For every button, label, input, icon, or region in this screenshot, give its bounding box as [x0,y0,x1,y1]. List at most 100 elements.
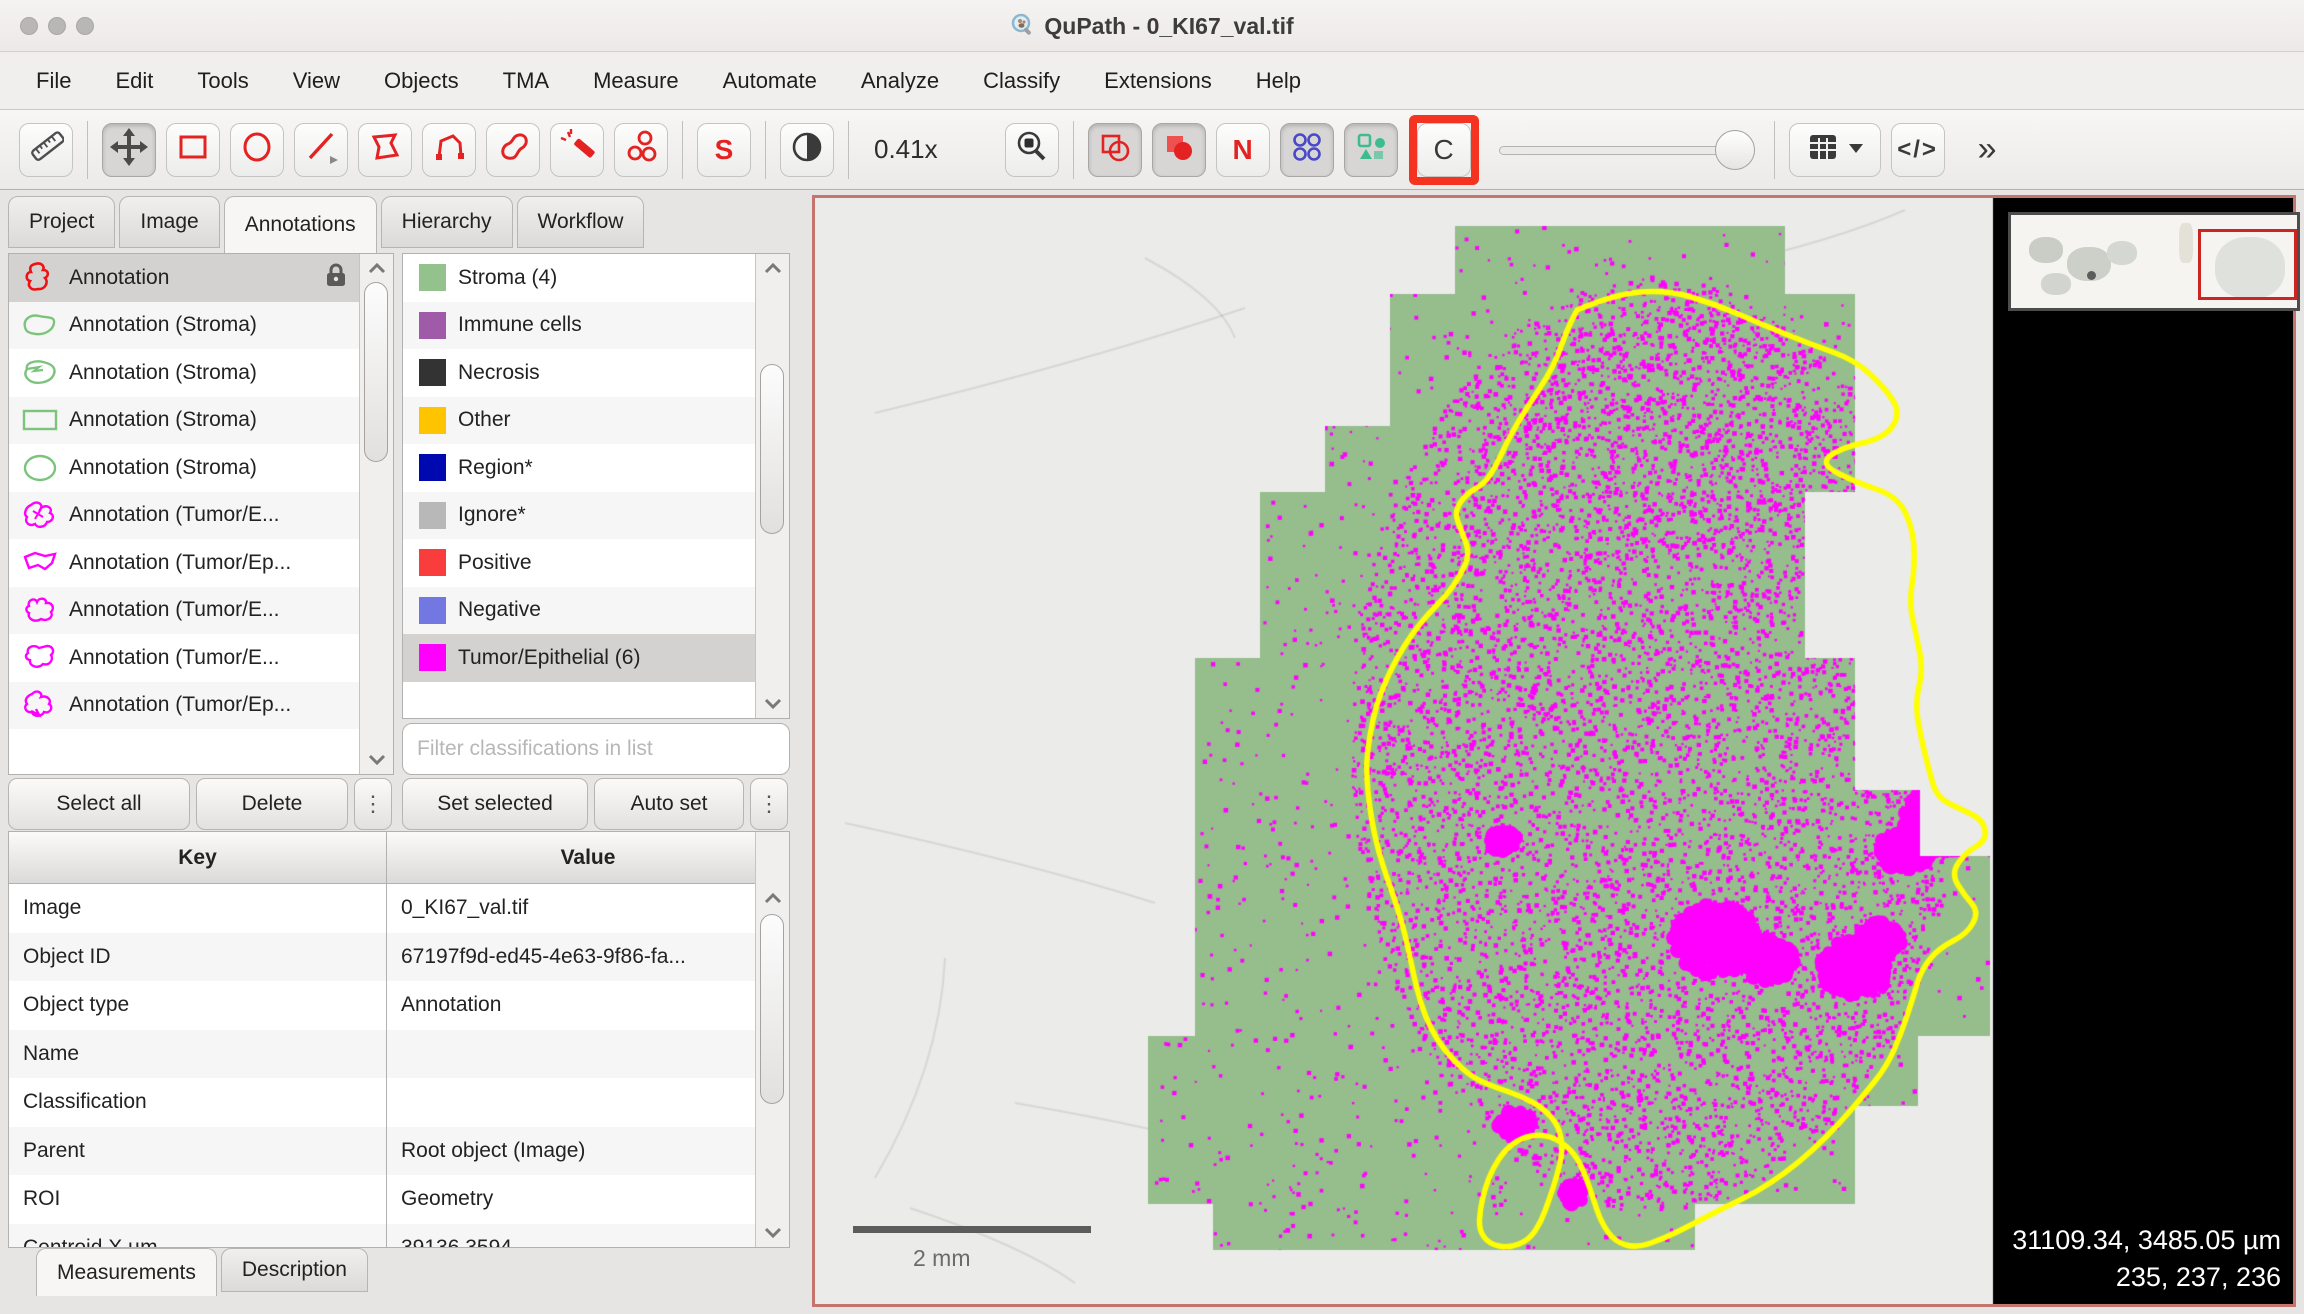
table-row[interactable]: Name [9,1029,755,1078]
menu-objects[interactable]: Objects [384,68,459,94]
table-row[interactable]: Object ID 67197f9d-ed45-4e63-9f86-fa... [9,932,755,981]
slider-knob[interactable] [1714,129,1755,170]
list-item[interactable]: Annotation (Stroma) [9,349,393,397]
delete-button[interactable]: Delete [196,778,348,830]
polygon-tool-button[interactable] [358,122,412,177]
menu-automate[interactable]: Automate [723,68,817,94]
channels-button[interactable]: C [1416,122,1471,177]
list-item[interactable]: Immune cells [403,301,789,349]
list-item[interactable]: Annotation (Tumor/E... [9,634,393,682]
list-item[interactable]: Tumor/Epithelial (6) [403,634,789,682]
opacity-slider[interactable] [1498,129,1755,170]
tab-description[interactable]: Description [220,1248,368,1292]
tab-project[interactable]: Project [8,196,116,248]
tab-workflow[interactable]: Workflow [516,196,645,248]
column-header-value[interactable]: Value [387,832,789,883]
selection-mode-button[interactable]: S [697,122,751,177]
overview-viewport-rectangle[interactable] [2198,229,2297,300]
list-item[interactable]: Annotation (Tumor/E... [9,491,393,539]
points-tool-button[interactable] [614,122,668,177]
table-row[interactable]: Parent Root object (Image) [9,1126,755,1175]
scroll-up-icon[interactable] [764,262,782,274]
select-all-button[interactable]: Select all [8,778,190,830]
auto-set-button[interactable]: Auto set [594,778,744,830]
image-viewer[interactable]: 31109.34, 3485.05 µm 235, 237, 236 2 mm [812,195,2300,1307]
table-row[interactable]: Object type Annotation [9,981,755,1030]
menu-edit[interactable]: Edit [115,68,153,94]
zoom-level-value[interactable]: 0.41x [874,134,938,165]
class-list-scrollbar[interactable] [755,254,789,718]
show-names-button[interactable]: N [1215,122,1270,177]
wand-tool-button[interactable] [550,122,604,177]
menu-analyze[interactable]: Analyze [861,68,939,94]
show-annotations-button[interactable] [1087,122,1142,177]
list-item[interactable]: Negative [403,586,789,634]
move-tool-button[interactable] [102,122,156,177]
list-item[interactable]: Ignore* [403,491,789,539]
filter-classifications-input[interactable]: Filter classifications in list [402,723,790,775]
scroll-down-icon[interactable] [764,1227,782,1239]
menu-extensions[interactable]: Extensions [1104,68,1212,94]
table-row[interactable]: Classification [9,1078,755,1127]
list-item[interactable]: Stroma (4) [403,254,789,302]
set-selected-button[interactable]: Set selected [402,778,588,830]
list-item[interactable]: Positive [403,539,789,587]
slide-overview-button[interactable] [19,122,73,177]
list-item[interactable]: Region* [403,444,789,492]
toolbar-overflow-button[interactable]: » [1978,130,1997,169]
tab-measurements[interactable]: Measurements [36,1248,217,1296]
scroll-down-icon[interactable] [764,698,782,710]
class-actions: Set selected Auto set ⋮ [402,778,790,830]
menu-help[interactable]: Help [1256,68,1301,94]
list-item[interactable]: Annotation (Stroma) [9,396,393,444]
menu-view[interactable]: View [293,68,340,94]
scroll-up-icon[interactable] [764,892,782,904]
list-item[interactable]: Annotation (Stroma) [9,301,393,349]
table-row[interactable]: Image 0_KI67_val.tif [9,884,755,933]
scroll-down-icon[interactable] [368,754,386,766]
ellipse-tool-button[interactable] [230,122,284,177]
fill-detections-button[interactable] [1343,122,1398,177]
menu-tools[interactable]: Tools [197,68,248,94]
overview-thumbnail[interactable] [2008,212,2300,311]
column-header-key[interactable]: Key [9,832,387,883]
list-item[interactable]: Annotation (Tumor/E... [9,586,393,634]
show-detections-button[interactable] [1279,122,1334,177]
table-scrollbar[interactable] [755,832,789,1247]
list-item[interactable]: Necrosis [403,349,789,397]
class-label: Ignore* [458,503,526,527]
brightness-contrast-button[interactable] [780,122,834,177]
slider-track[interactable] [1498,145,1751,155]
line-tool-button[interactable] [294,122,348,177]
zoom-to-fit-button[interactable] [1004,122,1059,177]
rectangle-tool-button[interactable] [166,122,220,177]
list-item[interactable]: Annotation [9,254,393,302]
menu-file[interactable]: File [36,68,71,94]
menu-classify[interactable]: Classify [983,68,1060,94]
tab-image[interactable]: Image [119,196,220,248]
scrollbar-thumb[interactable] [760,364,784,534]
polyline-tool-button[interactable] [422,122,476,177]
menu-tma[interactable]: TMA [503,68,549,94]
script-editor-button[interactable]: </> [1890,122,1945,177]
brush-tool-button[interactable] [486,122,540,177]
slide-canvas[interactable] [815,198,2293,1304]
more-options-button[interactable]: ⋮ [750,778,788,830]
more-options-button[interactable]: ⋮ [354,778,392,830]
menu-measure[interactable]: Measure [593,68,679,94]
fill-annotations-button[interactable] [1151,122,1206,177]
table-row[interactable]: ROI Geometry [9,1175,755,1224]
list-item[interactable]: Annotation (Stroma) [9,444,393,492]
measurement-tables-button[interactable] [1788,122,1881,177]
table-row[interactable]: Centroid X µm39136.3594 [9,1223,755,1247]
scrollbar-thumb[interactable] [760,914,784,1104]
scrollbar-thumb[interactable] [364,282,388,462]
list-item[interactable]: Other [403,396,789,444]
scroll-up-icon[interactable] [368,262,386,274]
list-item[interactable]: Annotation (Tumor/Ep... [9,681,393,729]
list-item[interactable]: Annotation (Tumor/Ep... [9,539,393,587]
tab-hierarchy[interactable]: Hierarchy [380,196,513,248]
tab-annotations[interactable]: Annotations [223,196,377,253]
annotation-label: Annotation [69,265,170,289]
annotation-list-scrollbar[interactable] [359,254,393,774]
